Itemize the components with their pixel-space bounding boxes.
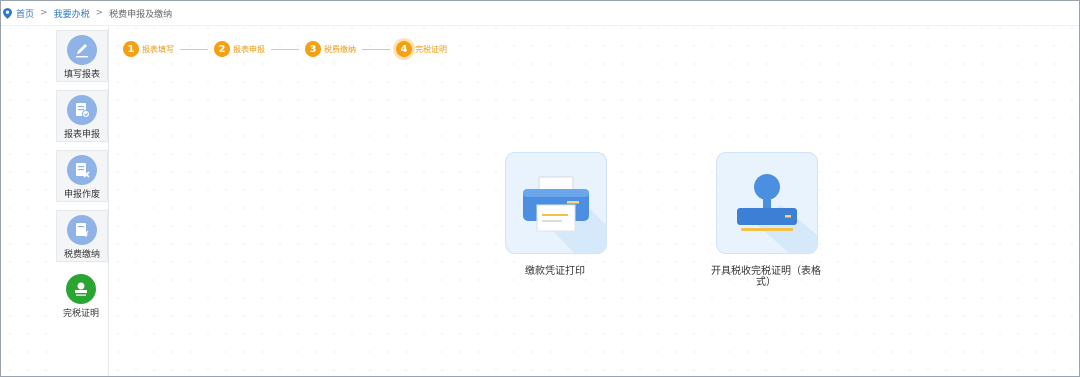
step-label: 报表申报 [233,44,265,54]
sidebar-item-label: 填写报表 [63,70,100,80]
sidebar-item-submit-report[interactable]: 报表申报 [56,90,108,142]
breadcrumb-current: 税费申报及缴纳 [109,9,173,20]
sidebar-item-void-report[interactable]: 申报作废 [56,150,108,202]
breadcrumb-tax-link[interactable]: 我要办税 [54,7,90,20]
stamp-icon [66,274,96,304]
step-3: 3 税费缴纳 [305,41,356,57]
sidebar-item-tax-certificate[interactable]: 完税证明 [56,270,106,320]
report-submit-icon [67,95,97,125]
sidebar-item-tax-pay[interactable]: 税费缴纳 [56,210,108,262]
step-number: 3 [305,41,321,57]
sidebar-item-label: 报表申报 [63,130,100,140]
sidebar-item-label: 申报作废 [63,190,100,200]
step-number: 1 [123,41,139,57]
step-1: 1 报表填写 [123,41,174,57]
location-pin-icon [3,7,12,19]
step-number: 4 [396,41,412,57]
step-label: 完税证明 [415,44,447,54]
printer-icon [523,176,606,253]
step-label: 报表填写 [142,44,174,54]
sidebar: 填写报表 报表申报 申报作废 税费缴纳 完税证明 [56,27,109,376]
payment-voucher-print-label[interactable]: 缴款凭证打印 [505,266,605,277]
breadcrumb: 首页 > 我要办税 > 税费申报及缴纳 [1,1,1079,26]
step-label: 税费缴纳 [324,44,356,54]
progress-steps: 1 报表填写 2 报表申报 3 税费缴纳 4 完税证明 [123,41,447,57]
tax-certificate-issue-label[interactable]: 开具税收完税证明（表格式） [711,266,821,288]
breadcrumb-separator: > [40,8,48,18]
tax-pay-icon [67,215,97,245]
step-2: 2 报表申报 [214,41,265,57]
payment-voucher-print-card[interactable] [505,152,607,254]
page-frame: 首页 > 我要办税 > 税费申报及缴纳 填写报表 报表申报 申报作废 税费缴纳 … [0,0,1080,377]
sidebar-item-label: 完税证明 [62,309,99,319]
step-connector [362,48,390,50]
breadcrumb-separator: > [95,8,104,18]
step-connector [180,48,208,50]
step-4: 4 完税证明 [396,41,447,57]
step-connector [271,48,299,50]
step-number: 2 [214,41,230,57]
sidebar-item-label: 税费缴纳 [63,250,100,260]
breadcrumb-home-link[interactable]: 首页 [16,7,34,20]
sidebar-item-fill-report[interactable]: 填写报表 [56,30,108,82]
stamp-icon [737,174,817,253]
pencil-icon [67,35,97,65]
report-void-icon [67,155,97,185]
tax-certificate-issue-card[interactable] [716,152,818,254]
